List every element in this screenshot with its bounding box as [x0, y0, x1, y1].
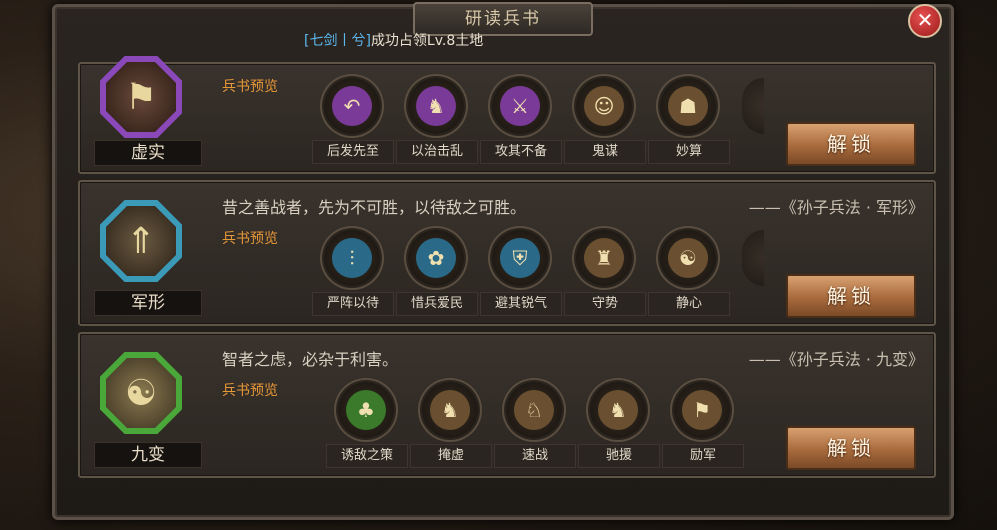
rider-icon: ♞ — [598, 390, 638, 430]
meditate-icon: ☯ — [668, 238, 708, 278]
condition-hero1: 七剑 — [309, 33, 338, 49]
skill-icon[interactable]: ♞ — [590, 382, 646, 438]
charge-icon: ♘ — [514, 390, 554, 430]
skill-icon[interactable]: ⫶ — [324, 230, 380, 286]
book-source: ——《孙子兵法 · 军形》 — [748, 198, 924, 217]
skill-label: 严阵以待 — [312, 292, 394, 316]
shield-icon: ⛨ — [500, 238, 540, 278]
skill-icon[interactable]: ♞ — [408, 78, 464, 134]
skill-icon[interactable]: ☺ — [576, 78, 632, 134]
unlock-button[interactable]: 解锁 — [786, 122, 916, 166]
skill-icon[interactable]: ☗ — [660, 78, 716, 134]
spears-icon: ⫶ — [332, 238, 372, 278]
unlock-condition: [七剑丨兮]成功占领Lv.8土地 — [304, 30, 483, 50]
skill-label: 守势 — [564, 292, 646, 316]
skill-label: 攻其不备 — [480, 140, 562, 164]
yin-yang-icon: ☯ — [106, 358, 176, 428]
book-quote: 智者之虑，必杂于利害。 — [222, 350, 399, 369]
book-emblem: ☯ — [100, 352, 182, 434]
skill-label: 避其锐气 — [480, 292, 562, 316]
helmet-icon: ☗ — [668, 86, 708, 126]
skill-icon[interactable]: ⚑ — [674, 382, 730, 438]
close-button[interactable]: ✕ — [908, 4, 942, 38]
skill-label: 鬼谋 — [564, 140, 646, 164]
more-skills-hint — [742, 78, 764, 134]
skill-icon[interactable]: ♘ — [506, 382, 562, 438]
preview-label: 兵书预览 — [222, 231, 278, 247]
skill-label: 驰援 — [578, 444, 660, 468]
book-name: 军形 — [94, 290, 202, 316]
book-name: 虚实 — [94, 140, 202, 166]
skill-label: 励军 — [662, 444, 744, 468]
skill-icon[interactable]: ✿ — [408, 230, 464, 286]
skill-label: 诱敌之策 — [326, 444, 408, 468]
skill-icon[interactable]: ⚔ — [492, 78, 548, 134]
skill-icon[interactable]: ☯ — [660, 230, 716, 286]
book-card-junxing: ⇑ 军形 昔之善战者，先为不可胜，以待敌之可胜。 ——《孙子兵法 · 军形》 兵… — [78, 180, 936, 326]
more-skills-hint — [742, 230, 764, 286]
soldier-icon: ♞ — [416, 86, 456, 126]
condition-sep: 丨 — [337, 33, 352, 49]
preview-label: 兵书预览 — [222, 383, 278, 399]
flag-icon: ⚑ — [682, 390, 722, 430]
cavalry-icon: ♞ — [430, 390, 470, 430]
condition-text: 成功占领Lv.8土地 — [370, 33, 484, 49]
skill-label: 速战 — [494, 444, 576, 468]
formation-icon: ⇑ — [106, 206, 176, 276]
book-emblem: ⚑ — [100, 56, 182, 138]
grass-icon: ♣ — [346, 390, 386, 430]
skill-icon[interactable]: ♞ — [422, 382, 478, 438]
banner-icon: ⚑ — [106, 62, 176, 132]
skill-icon[interactable]: ♜ — [576, 230, 632, 286]
warrior-icon: ⚔ — [500, 86, 540, 126]
book-name: 九变 — [94, 442, 202, 468]
book-card-xushi: ⚑ 虚实 兵书预览 ↶ ♞ ⚔ ☺ ☗ 后发先至 以治击乱 攻其不备 鬼谋 妙算… — [78, 56, 936, 174]
skill-label: 妙算 — [648, 140, 730, 164]
arrow-arc-icon: ↶ — [332, 86, 372, 126]
skill-label: 以治击乱 — [396, 140, 478, 164]
preview-label: 兵书预览 — [222, 79, 278, 95]
unlock-button[interactable]: 解锁 — [786, 274, 916, 318]
close-icon: ✕ — [916, 8, 934, 32]
unlock-button[interactable]: 解锁 — [786, 426, 916, 470]
skill-label: 掩虚 — [410, 444, 492, 468]
book-quote: 昔之善战者，先为不可胜，以待敌之可胜。 — [222, 198, 527, 217]
book-card-jiubian: ☯ 九变 智者之虑，必杂于利害。 ——《孙子兵法 · 九变》 兵书预览 ♣ ♞ … — [78, 332, 936, 478]
skill-icon[interactable]: ↶ — [324, 78, 380, 134]
plant-icon: ✿ — [416, 238, 456, 278]
skill-icon[interactable]: ⛨ — [492, 230, 548, 286]
condition-hero2: 兮 — [351, 33, 366, 49]
skill-label: 惜兵爱民 — [396, 292, 478, 316]
skill-label: 静心 — [648, 292, 730, 316]
skill-label: 后发先至 — [312, 140, 394, 164]
strategist-icon: ☺ — [584, 86, 624, 126]
fortress-icon: ♜ — [584, 238, 624, 278]
book-emblem: ⇑ — [100, 200, 182, 282]
book-source: ——《孙子兵法 · 九变》 — [748, 350, 924, 369]
skill-icon[interactable]: ♣ — [338, 382, 394, 438]
